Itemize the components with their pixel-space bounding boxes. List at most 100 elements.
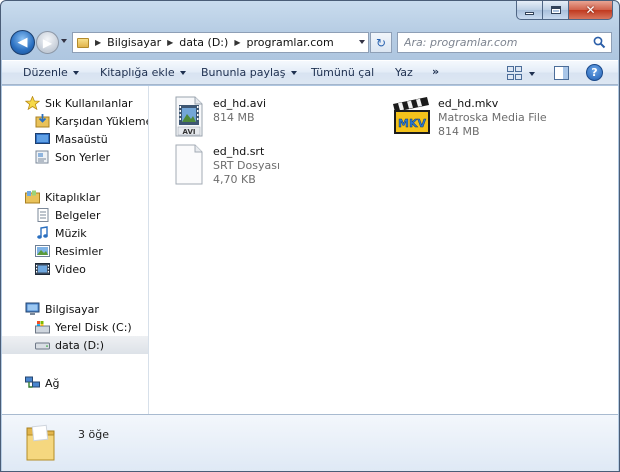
breadcrumb-drive[interactable]: data (D:) — [179, 36, 228, 49]
nav-favorites-label: Sık Kullanılanlar — [45, 96, 133, 110]
search-box[interactable] — [397, 32, 612, 53]
libraries-icon — [25, 190, 40, 204]
breadcrumb-computer[interactable]: Bilgisayar — [107, 36, 161, 49]
star-icon — [25, 96, 40, 110]
file-item-srt[interactable]: ed_hd.srt SRT Dosyası 4,70 KB — [172, 144, 372, 192]
address-bar[interactable]: ▶ Bilgisayar ▶ data (D:) ▶ programlar.co… — [72, 32, 369, 53]
documents-icon — [37, 208, 49, 222]
file-size: 4,70 KB — [213, 173, 256, 186]
address-dropdown[interactable] — [359, 40, 365, 44]
nav-item-music[interactable]: Müzik — [2, 224, 148, 242]
minimize-button[interactable] — [516, 1, 543, 20]
nav-item-label: Resimler — [55, 244, 103, 258]
content-area: Sık Kullanılanlar Karşıdan Yüklemeler Ma… — [2, 86, 618, 414]
maximize-button[interactable] — [543, 1, 569, 20]
nav-item-video[interactable]: Video — [2, 260, 148, 278]
caption-buttons: ✕ — [516, 1, 613, 21]
nav-item-downloads[interactable]: Karşıdan Yüklemeler — [2, 112, 148, 130]
more-commands-button[interactable]: » — [432, 65, 439, 78]
recent-places-icon — [35, 150, 49, 164]
view-dropdown-arrow[interactable] — [529, 72, 535, 76]
file-item-avi[interactable]: AVI ed_hd.avi 814 MB — [172, 96, 372, 144]
play-all-label: Tümünü çal — [311, 66, 375, 79]
dropdown-arrow-icon — [72, 70, 79, 75]
folder-icon — [77, 37, 89, 48]
video-icon — [35, 263, 50, 275]
file-list: AVI ed_hd.avi 814 MB ed_hd.srt SRT Dosya… — [150, 86, 618, 414]
breadcrumb-folder[interactable]: programlar.com — [246, 36, 333, 49]
nav-item-label: Son Yerler — [55, 150, 111, 164]
file-size: 814 MB — [438, 125, 480, 138]
forward-arrow-icon: ▶ — [42, 35, 53, 50]
svg-text:AVI: AVI — [183, 128, 196, 136]
refresh-icon: ↻ — [375, 35, 387, 50]
downloads-icon — [35, 114, 50, 128]
nav-item-desktop[interactable]: Masaüstü — [2, 130, 148, 148]
file-text: ed_hd.mkv Matroska Media File 814 MB — [438, 97, 547, 139]
nav-favorites[interactable]: Sık Kullanılanlar — [2, 94, 148, 112]
nav-computer-label: Bilgisayar — [45, 302, 99, 316]
nav-libraries-label: Kitaplıklar — [45, 190, 101, 204]
nav-item-label: Müzik — [55, 226, 87, 240]
nav-network-label: Ağ — [45, 376, 60, 390]
nav-libraries[interactable]: Kitaplıklar — [2, 188, 148, 206]
file-type: Matroska Media File — [438, 111, 547, 124]
navigation-bar: ◀ ▶ ▶ Bilgisayar ▶ data (D:) ▶ programla… — [1, 29, 619, 57]
navigation-pane: Sık Kullanılanlar Karşıdan Yüklemeler Ma… — [2, 86, 149, 414]
close-button[interactable]: ✕ — [569, 1, 613, 20]
help-icon[interactable]: ? — [586, 64, 603, 81]
file-text: ed_hd.avi 814 MB — [213, 97, 266, 125]
refresh-button[interactable]: ↻ — [370, 32, 392, 53]
nav-item-documents[interactable]: Belgeler — [2, 206, 148, 224]
desktop-icon — [35, 133, 50, 144]
nav-network[interactable]: Ağ — [2, 374, 148, 392]
nav-item-label: Karşıdan Yüklemeler — [55, 114, 148, 128]
nav-item-data-drive[interactable]: data (D:) — [2, 336, 148, 354]
file-size: 814 MB — [213, 111, 255, 124]
preview-pane-icon[interactable] — [554, 66, 569, 80]
share-with-label: Bununla paylaş — [201, 66, 286, 79]
nav-item-label: Belgeler — [55, 208, 101, 222]
add-to-library-menu[interactable]: Kitaplığa ekle — [100, 61, 186, 84]
nav-item-label: Video — [55, 262, 86, 276]
search-icon[interactable] — [593, 36, 606, 49]
play-all-button[interactable]: Tümünü çal — [311, 61, 374, 84]
nav-item-label: Masaüstü — [55, 132, 108, 146]
burn-label: Yaz — [395, 66, 413, 79]
mkv-file-icon: MKV — [393, 97, 430, 134]
chevron-right-icon[interactable]: ▶ — [95, 38, 101, 47]
file-item-mkv[interactable]: MKV ed_hd.mkv Matroska Media File 814 MB — [391, 94, 611, 142]
nav-item-recent-places[interactable]: Son Yerler — [2, 148, 148, 166]
add-to-library-label: Kitaplığa ekle — [100, 66, 175, 79]
maximize-icon — [550, 6, 561, 14]
nav-item-pictures[interactable]: Resimler — [2, 242, 148, 260]
nav-item-local-disk[interactable]: Yerel Disk (C:) — [2, 318, 148, 336]
forward-button[interactable]: ▶ — [36, 31, 59, 54]
mkv-badge: MKV — [398, 117, 426, 130]
organize-menu[interactable]: Düzenle — [23, 61, 79, 84]
close-icon: ✕ — [585, 3, 596, 17]
help-glyph: ? — [591, 66, 598, 79]
recent-pages-dropdown[interactable] — [61, 39, 67, 43]
file-type: SRT Dosyası — [213, 159, 281, 172]
burn-button[interactable]: Yaz — [395, 61, 413, 84]
pictures-icon — [35, 245, 50, 257]
nav-computer[interactable]: Bilgisayar — [2, 300, 148, 318]
file-name: ed_hd.mkv — [438, 97, 499, 110]
back-button[interactable]: ◀ — [10, 30, 35, 55]
search-input[interactable] — [404, 36, 584, 49]
chevron-right-icon[interactable]: ▶ — [234, 38, 240, 47]
view-options-icon[interactable] — [507, 66, 522, 80]
folder-icon — [26, 424, 55, 461]
item-count: 3 öğe — [78, 428, 109, 441]
organize-label: Düzenle — [23, 66, 68, 79]
network-icon — [25, 376, 40, 388]
nav-item-label: Yerel Disk (C:) — [55, 320, 132, 334]
avi-file-icon: AVI — [175, 96, 203, 137]
computer-icon — [25, 302, 40, 315]
back-arrow-icon: ◀ — [17, 35, 28, 50]
explorer-window: ✕ ◀ ▶ ▶ Bilgisayar ▶ data (D:) ▶ program… — [0, 0, 620, 472]
local-disk-icon — [35, 321, 50, 334]
share-with-menu[interactable]: Bununla paylaş — [201, 61, 297, 84]
chevron-right-icon[interactable]: ▶ — [167, 38, 173, 47]
